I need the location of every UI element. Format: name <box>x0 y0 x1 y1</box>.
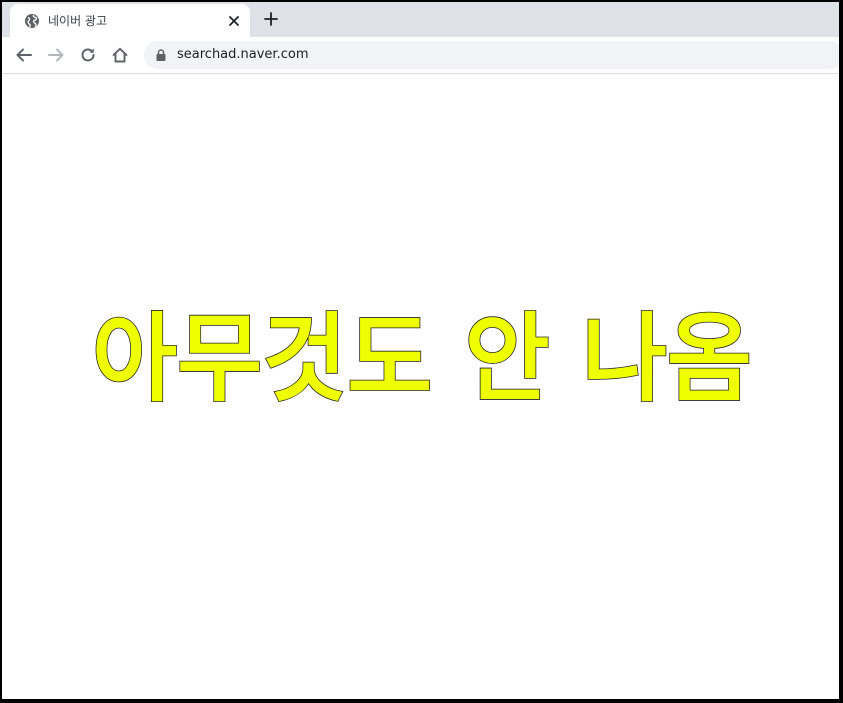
tab-naver-ad[interactable]: 네이버 광고 <box>10 4 250 37</box>
close-icon[interactable] <box>226 13 242 29</box>
back-arrow-icon[interactable] <box>15 46 33 64</box>
reload-icon[interactable] <box>79 46 97 64</box>
headline-graphic: 아무것도 안 나옴 <box>91 302 753 416</box>
page-content: 아무것도 안 나옴 <box>2 74 839 699</box>
url-text[interactable]: searchad.naver.com <box>177 47 308 62</box>
plus-icon[interactable] <box>263 11 279 27</box>
forward-arrow-icon[interactable] <box>47 46 65 64</box>
browser-window: 네이버 광고 searchad.naver.com 아무것도 안 나옴 <box>2 2 839 699</box>
browser-toolbar: searchad.naver.com <box>2 37 839 74</box>
home-icon[interactable] <box>111 46 129 64</box>
tab-title: 네이버 광고 <box>48 14 108 28</box>
address-bar[interactable]: searchad.naver.com <box>144 41 839 69</box>
lock-icon[interactable] <box>155 49 167 61</box>
globe-icon <box>25 14 39 28</box>
tab-strip: 네이버 광고 <box>2 2 839 37</box>
headline-text: 아무것도 안 나옴 <box>92 303 752 415</box>
